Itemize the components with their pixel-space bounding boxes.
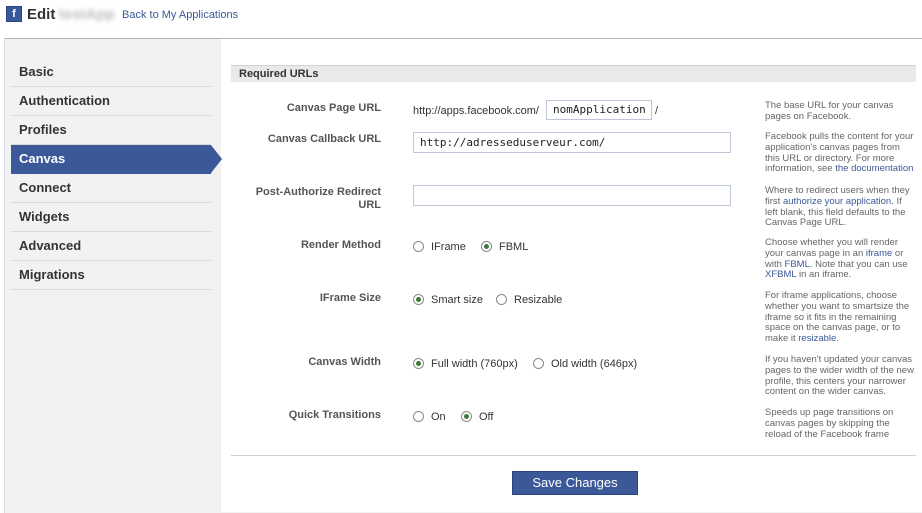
iframe-size-label: IFrame Size <box>319 292 381 304</box>
quick-transitions-help: Speeds up page transitions on canvas pag… <box>765 407 894 440</box>
canvas-page-url-prefix: http://apps.facebook.com/ <box>413 105 539 117</box>
render-method-fbml-radio[interactable] <box>481 241 492 252</box>
sidebar-item-profiles[interactable]: Profiles <box>11 116 211 145</box>
quick-transitions-on-radio[interactable] <box>413 411 424 422</box>
form-divider <box>231 455 916 456</box>
resizable-link[interactable]: resizable <box>798 333 836 344</box>
sidebar-item-canvas[interactable]: Canvas <box>11 145 222 174</box>
canvas-callback-url-label: Canvas Callback URL <box>267 133 381 145</box>
quick-transitions-off-radio[interactable] <box>461 411 472 422</box>
quick-transitions-on-label[interactable]: On <box>431 411 446 423</box>
section-title: Required URLs <box>231 65 916 82</box>
fbml-link[interactable]: FBML <box>785 259 810 270</box>
canvas-page-url-label: Canvas Page URL <box>286 102 381 114</box>
render-method-iframe-label[interactable]: IFrame <box>431 241 466 253</box>
canvas-width-old-radio[interactable] <box>533 358 544 369</box>
canvas-width-full-label[interactable]: Full width (760px) <box>431 358 518 370</box>
authorize-application-link[interactable]: authorize your application <box>783 196 891 207</box>
back-to-applications-link[interactable]: Back to My Applications <box>122 9 238 21</box>
render-help-text-3: . Note that you can use <box>809 258 908 270</box>
post-authorize-url-help: Where to redirect users when they first … <box>765 185 917 229</box>
save-changes-button[interactable]: Save Changes <box>512 471 638 495</box>
iframe-link[interactable]: iframe <box>866 248 892 259</box>
iframe-size-help: For iframe applications, choose whether … <box>765 290 917 345</box>
render-method-iframe-radio[interactable] <box>413 241 424 252</box>
iframe-size-smart-radio[interactable] <box>413 294 424 305</box>
iframe-size-resizable-label[interactable]: Resizable <box>514 294 562 306</box>
sidebar-item-connect[interactable]: Connect <box>11 174 211 203</box>
post-authorize-url-label: Post-Authorize Redirect URL <box>255 186 381 211</box>
render-method-fbml-label[interactable]: FBML <box>499 241 528 253</box>
facebook-app-icon: f <box>6 6 22 22</box>
sidebar-item-basic[interactable]: Basic <box>11 58 211 87</box>
canvas-callback-url-input[interactable]: http://adresseduserveur.com/ <box>413 132 731 153</box>
canvas-callback-url-help: Facebook pulls the content for your appl… <box>765 131 917 175</box>
canvas-page-name-input[interactable]: nomApplication <box>546 100 652 120</box>
edit-heading: Edit <box>27 6 56 23</box>
quick-transitions-off-label[interactable]: Off <box>479 411 493 423</box>
sidebar-item-advanced[interactable]: Advanced <box>11 232 211 261</box>
canvas-width-label: Canvas Width <box>308 356 381 368</box>
canvas-page-url-help: The base URL for your canvas pages on Fa… <box>765 100 894 122</box>
page-header: f Edit testApp Back to My Applications <box>0 0 922 38</box>
iframe-size-smart-label[interactable]: Smart size <box>431 294 483 306</box>
sidebar-item-authentication[interactable]: Authentication <box>11 87 211 116</box>
render-help-text-4: in an iframe. <box>796 269 852 281</box>
post-authorize-url-input[interactable] <box>413 185 731 206</box>
sidebar-nav: Basic Authentication Profiles Canvas Con… <box>11 58 222 290</box>
iframe-size-help-tail: . <box>836 333 839 345</box>
canvas-width-full-radio[interactable] <box>413 358 424 369</box>
sidebar-item-widgets[interactable]: Widgets <box>11 203 211 232</box>
documentation-link[interactable]: the documentation <box>835 163 913 174</box>
xfbml-link[interactable]: XFBML <box>765 269 796 280</box>
canvas-width-old-label[interactable]: Old width (646px) <box>551 358 637 370</box>
canvas-width-help: If you haven't updated your canvas pages… <box>765 354 914 398</box>
canvas-page-url-suffix: / <box>655 105 659 117</box>
quick-transitions-label: Quick Transitions <box>288 409 381 421</box>
sidebar-item-migrations[interactable]: Migrations <box>11 261 211 290</box>
iframe-size-resizable-radio[interactable] <box>496 294 507 305</box>
app-name-blurred: testApp <box>59 6 115 23</box>
render-method-help: Choose whether you will render your canv… <box>765 237 917 281</box>
render-method-label: Render Method <box>300 239 381 251</box>
